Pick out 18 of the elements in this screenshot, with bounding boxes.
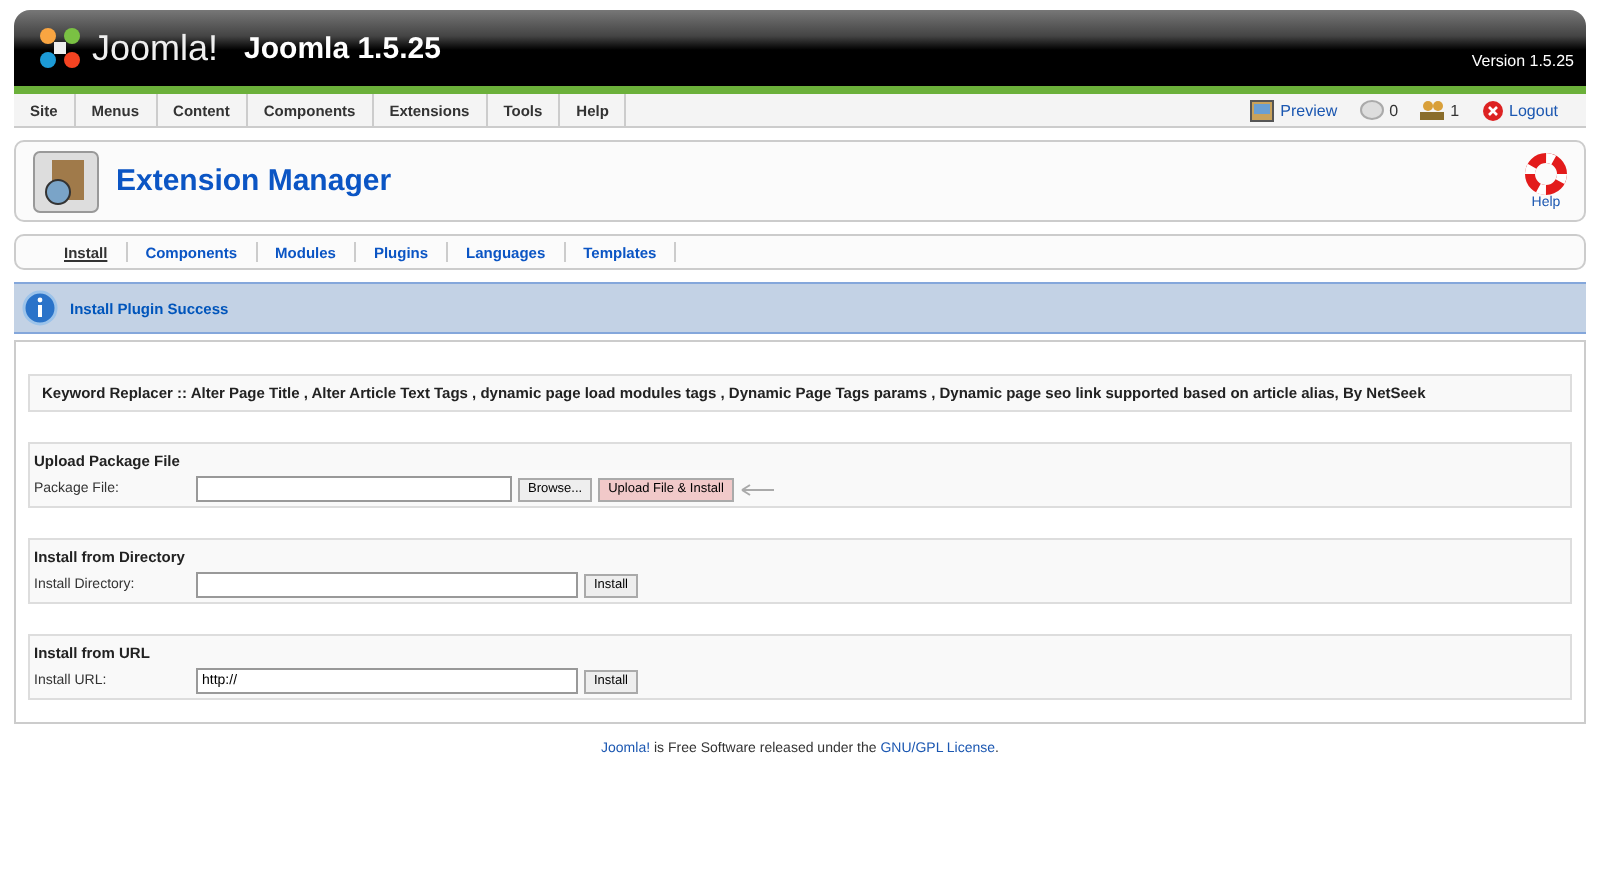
preview-icon — [1250, 99, 1275, 121]
package-icon — [32, 149, 100, 213]
page-title: Extension Manager — [116, 164, 394, 198]
users-count: 1 — [1450, 101, 1460, 119]
message-bubble-icon — [1359, 100, 1384, 120]
logout-link[interactable]: Logout — [1509, 101, 1558, 119]
file-field[interactable] — [196, 476, 512, 502]
joomla-logo-icon — [34, 24, 86, 72]
logout-icon — [1481, 99, 1504, 121]
logo-text: Joomla! — [92, 27, 219, 69]
messages-count: 0 — [1389, 101, 1399, 119]
preview-link[interactable]: Preview — [1280, 101, 1338, 119]
info-icon — [22, 290, 58, 326]
users-icon — [1420, 100, 1445, 120]
version-text: Version 1.5.25 — [1471, 52, 1574, 70]
text-field[interactable] — [196, 572, 578, 598]
arrow-icon — [739, 483, 776, 495]
site-title: Joomla 1.5.25 — [244, 31, 441, 65]
